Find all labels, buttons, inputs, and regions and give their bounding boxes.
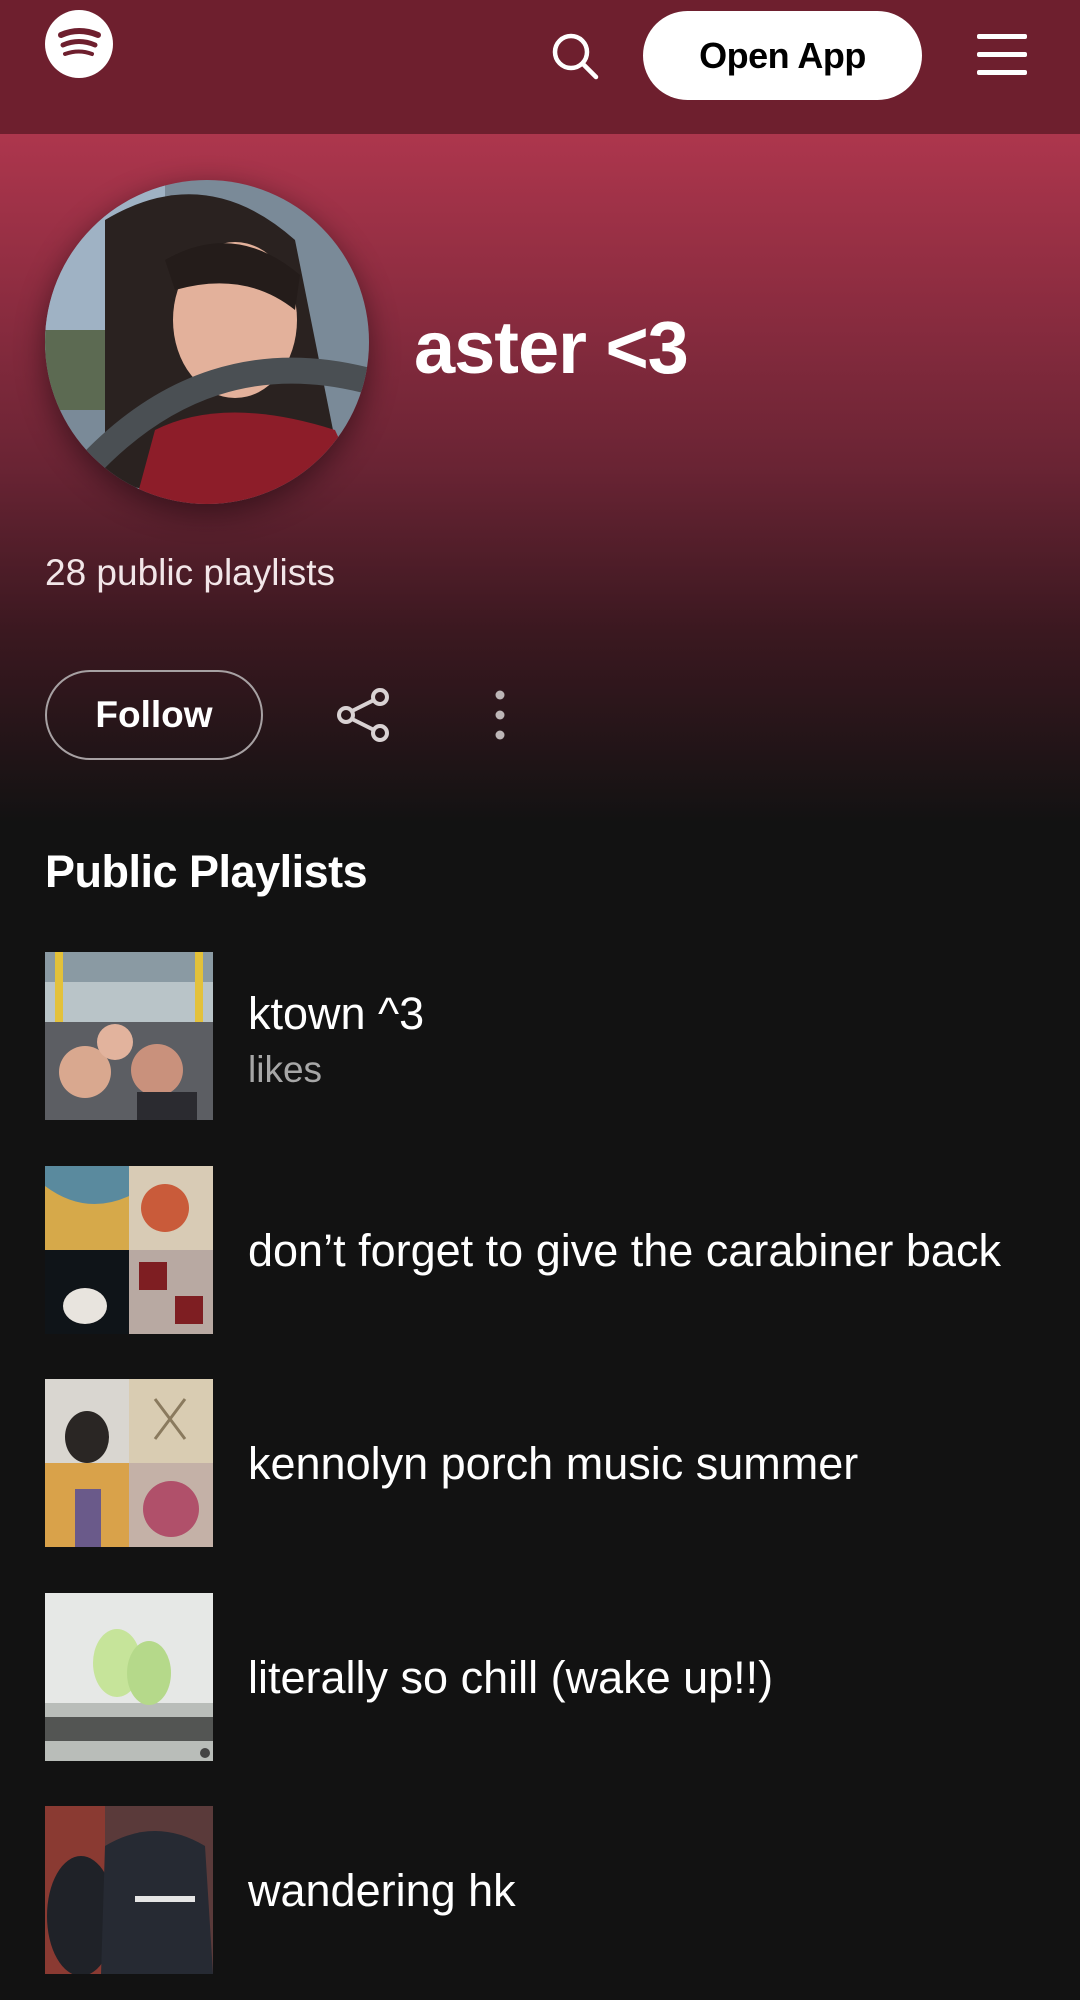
profile-avatar	[45, 180, 369, 504]
playlist-item[interactable]: ktown ^3 likes	[45, 952, 1045, 1120]
public-playlists-heading: Public Playlists	[45, 846, 368, 897]
playlist-title: ktown ^3	[248, 987, 425, 1039]
playlist-item[interactable]: literally so chill (wake up!!)	[45, 1593, 1045, 1761]
playlist-cover	[45, 1593, 213, 1761]
playlist-item[interactable]: wandering hk	[45, 1806, 1045, 1974]
public-playlist-count: 28 public playlists	[45, 552, 335, 593]
hamburger-menu-icon[interactable]	[975, 30, 1029, 80]
playlist-title: literally so chill (wake up!!)	[248, 1651, 774, 1703]
playlist-cover	[45, 1806, 213, 1974]
playlist-cover	[45, 1166, 213, 1334]
playlist-title: kennolyn porch music summer	[248, 1437, 859, 1489]
playlist-subtitle: likes	[248, 1048, 323, 1090]
playlist-title: don’t forget to give the carabiner back	[248, 1224, 1001, 1276]
more-options-icon[interactable]	[485, 685, 515, 745]
search-icon[interactable]	[549, 30, 601, 82]
top-bar: Open App	[0, 0, 1080, 134]
spotify-logo-icon[interactable]	[45, 10, 113, 78]
playlist-title: wandering hk	[248, 1864, 516, 1916]
share-icon[interactable]	[334, 685, 394, 745]
playlist-item[interactable]: kennolyn porch music summer	[45, 1379, 1045, 1547]
playlist-item[interactable]: don’t forget to give the carabiner back	[45, 1166, 1045, 1334]
open-app-button[interactable]: Open App	[643, 11, 922, 100]
playlist-cover	[45, 952, 213, 1120]
follow-button[interactable]: Follow	[45, 670, 263, 760]
profile-name: aster <3	[414, 306, 689, 389]
playlist-cover	[45, 1379, 213, 1547]
